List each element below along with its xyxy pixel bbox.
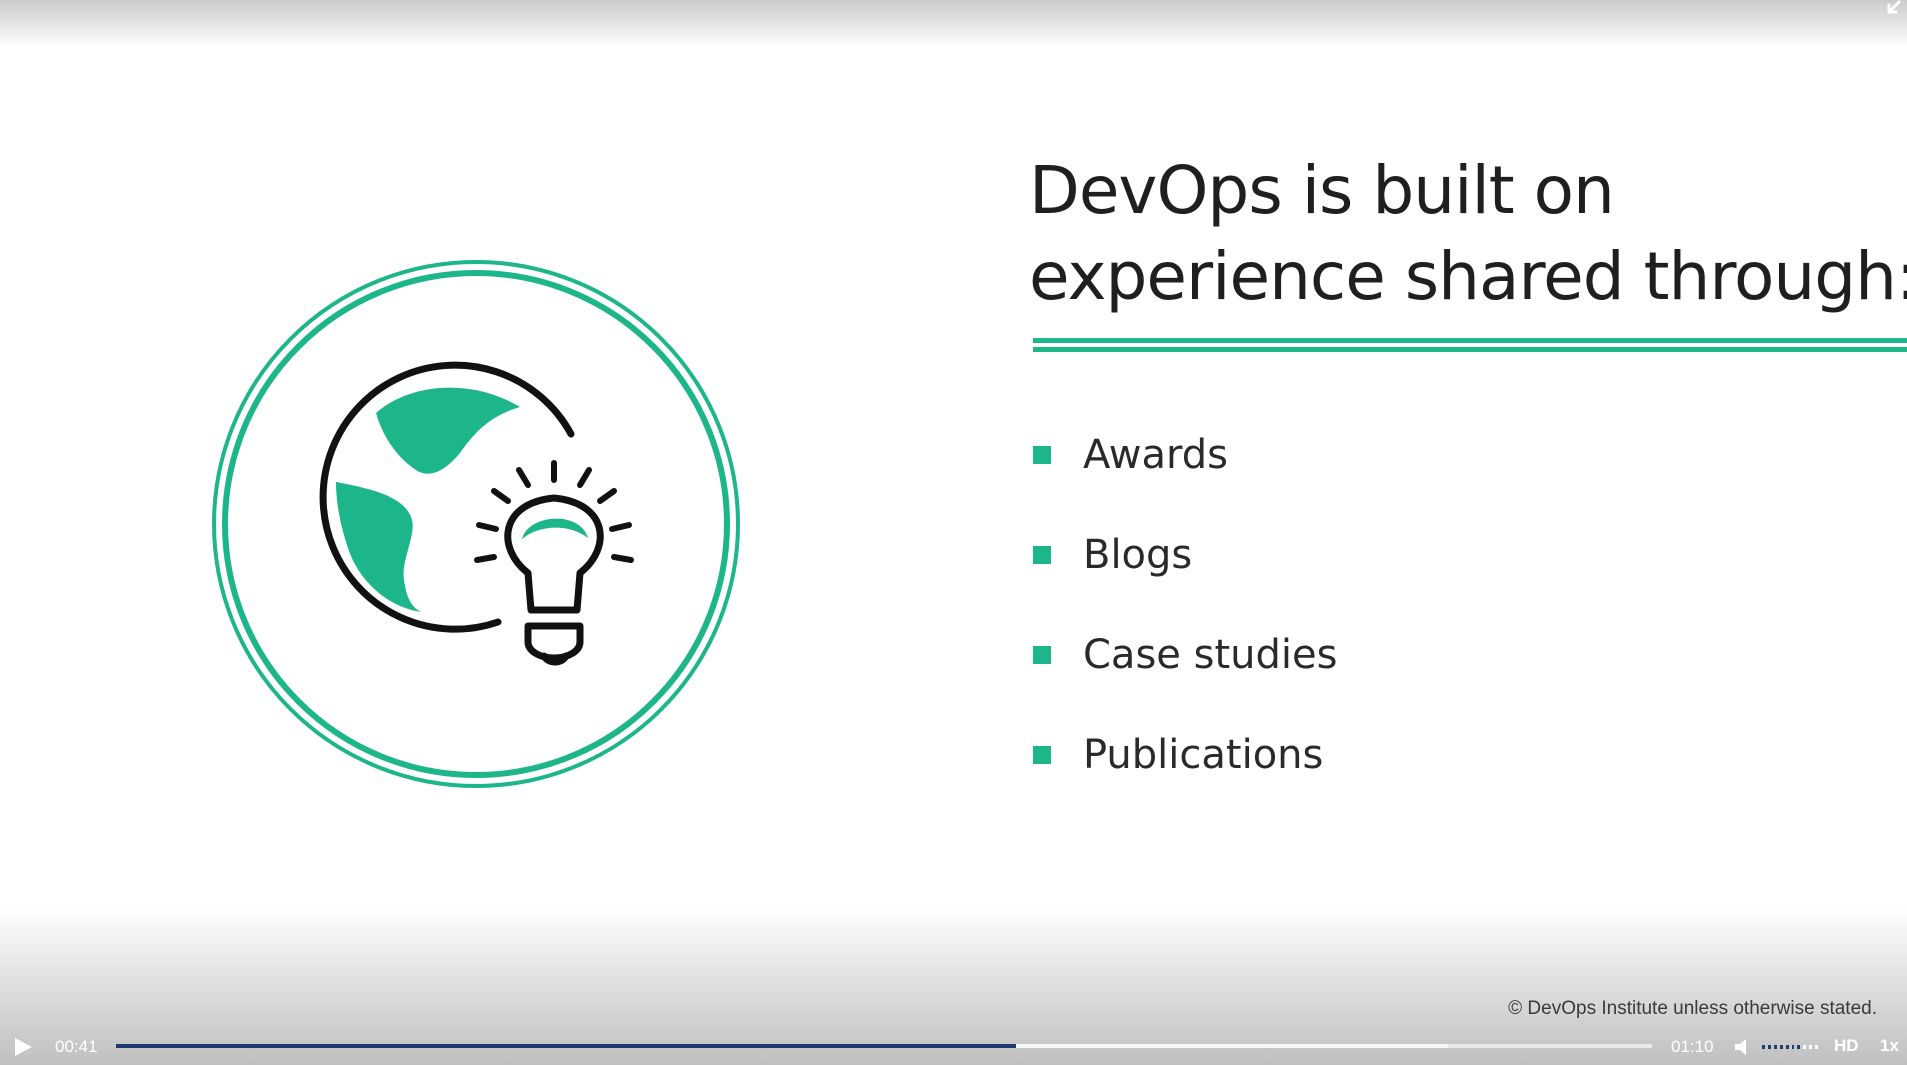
quality-button[interactable]: HD [1834,1035,1859,1057]
exit-fullscreen-icon[interactable] [1877,0,1903,24]
volume-slider[interactable] [1762,1045,1819,1049]
volume-segment [1785,1045,1789,1049]
volume-segment [1762,1045,1765,1049]
bullet-square-icon [1033,446,1051,464]
bullet-square-icon [1033,646,1051,664]
video-player[interactable]: DevOps is built on experience shared thr… [0,0,1907,1065]
progress-scrubber[interactable] [116,1044,1652,1048]
current-time: 00:41 [55,1037,98,1056]
title-underline [1033,338,1907,352]
player-controls: 00:41 01:10 HD 1x [0,1030,1907,1062]
list-item: Publications [1033,705,1337,805]
volume-segment [1791,1045,1795,1049]
bullet-square-icon [1033,546,1051,564]
list-item: Case studies [1033,605,1337,705]
volume-segment [1773,1045,1777,1049]
volume-segment [1809,1045,1813,1049]
volume-segment [1779,1045,1783,1049]
volume-segment [1797,1045,1801,1049]
volume-segment [1767,1045,1771,1049]
bullet-text: Awards [1083,432,1228,478]
slide-title-line-2: experience shared through: [1029,238,1907,315]
top-gradient [0,0,1907,48]
play-icon[interactable] [12,1036,34,1058]
volume-icon[interactable] [1733,1038,1753,1056]
slide-title-line-1: DevOps is built on [1029,152,1615,229]
bullet-text: Blogs [1083,532,1193,578]
bullet-square-icon [1033,746,1051,764]
bullet-list: Awards Blogs Case studies Publications [1033,405,1337,805]
globe-with-lightbulb-icon [212,260,740,788]
slide-title: DevOps is built on experience shared thr… [1029,148,1907,320]
bullet-text: Case studies [1083,632,1338,678]
list-item: Awards [1033,405,1337,505]
volume-segment [1815,1045,1819,1049]
playback-speed-button[interactable]: 1x [1880,1035,1899,1057]
copyright-notice: © DevOps Institute unless otherwise stat… [1508,998,1877,1019]
bullet-text: Publications [1083,732,1324,778]
list-item: Blogs [1033,505,1337,605]
total-duration: 01:10 [1671,1037,1714,1056]
played-bar [116,1044,1017,1048]
volume-segment [1803,1045,1807,1049]
